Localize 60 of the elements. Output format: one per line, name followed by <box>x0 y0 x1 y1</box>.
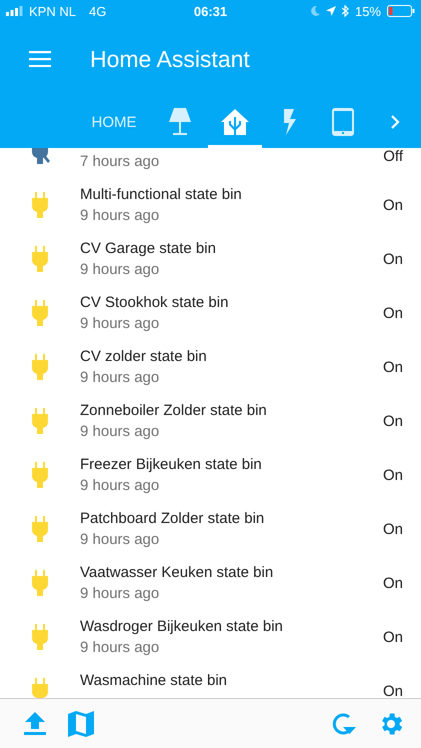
entity-state: Off <box>383 148 403 164</box>
plug-icon <box>32 462 48 488</box>
last-changed-label: 7 hours ago <box>80 152 160 172</box>
last-changed-label: 9 hours ago <box>80 314 160 334</box>
entity-state: On <box>382 574 403 592</box>
entity-name: CV Garage state bin <box>80 238 217 258</box>
clock-label: 06:31 <box>194 4 228 18</box>
house-icon <box>221 109 249 135</box>
entity-state: On <box>382 412 403 430</box>
entity-state: On <box>382 304 403 322</box>
entity-state: On <box>382 196 403 214</box>
entity-name: Vaatwasser Keuken state bin <box>80 562 274 582</box>
home-tab[interactable]: HOME <box>76 96 152 148</box>
last-changed-label: 9 hours ago <box>80 638 160 658</box>
entity-name: Wasdroger Bijkeuken state bin <box>80 616 284 636</box>
menu-icon <box>29 51 51 67</box>
plug-icon <box>32 246 48 272</box>
entity-state: On <box>382 358 403 376</box>
last-changed-label: 9 hours ago <box>80 584 160 604</box>
plug-icon <box>32 624 48 650</box>
entity-state: On <box>382 250 403 268</box>
last-changed-label: 9 hours ago <box>80 206 160 226</box>
network-label: 4G <box>88 4 106 18</box>
battery-icon <box>387 5 415 17</box>
entity-name: CV zolder state bin <box>80 346 208 366</box>
plug-icon <box>32 354 48 380</box>
map-icon <box>68 710 94 736</box>
plug-icon <box>32 300 48 326</box>
entity-name: Multi-functional state bin <box>80 184 243 204</box>
plug-icon <box>32 192 48 218</box>
moon-icon <box>310 6 320 16</box>
last-changed-label: 9 hours ago <box>80 476 160 496</box>
lightning-icon <box>282 109 296 135</box>
entity-state: On <box>382 628 403 646</box>
upload-icon <box>24 712 46 736</box>
plug-icon <box>32 570 48 596</box>
entity-name: Freezer Bijkeuken state bin <box>80 454 263 474</box>
entity-state: On <box>382 466 403 484</box>
last-changed-label: 9 hours ago <box>80 530 160 550</box>
entity-name: CV Stookhok state bin <box>80 292 230 312</box>
last-changed-label: 9 hours ago <box>80 422 160 442</box>
chevron-right-icon <box>390 115 400 129</box>
entity-state: On <box>382 682 403 698</box>
app-title: Home Assistant <box>90 46 250 72</box>
last-changed-label: 9 hours ago <box>80 368 160 388</box>
entity-state: On <box>382 520 403 538</box>
plug-icon <box>32 516 48 542</box>
lamp-icon <box>169 108 191 136</box>
tablet-icon <box>332 108 354 136</box>
entity-name: Zonneboiler Zolder state bin <box>80 400 268 420</box>
plug-icon <box>32 678 48 698</box>
signal-icon <box>6 6 24 16</box>
location-icon <box>326 6 336 16</box>
entity-name: Patchboard Zolder state bin <box>80 508 266 528</box>
battery-percent: 15% <box>354 4 381 18</box>
entity-name: Wasmachine state bin <box>80 671 228 691</box>
carrier-label: KPN NL <box>29 4 76 18</box>
plug-icon <box>32 408 48 434</box>
bluetooth-icon <box>342 5 349 17</box>
last-changed-label: 9 hours ago <box>80 260 160 280</box>
